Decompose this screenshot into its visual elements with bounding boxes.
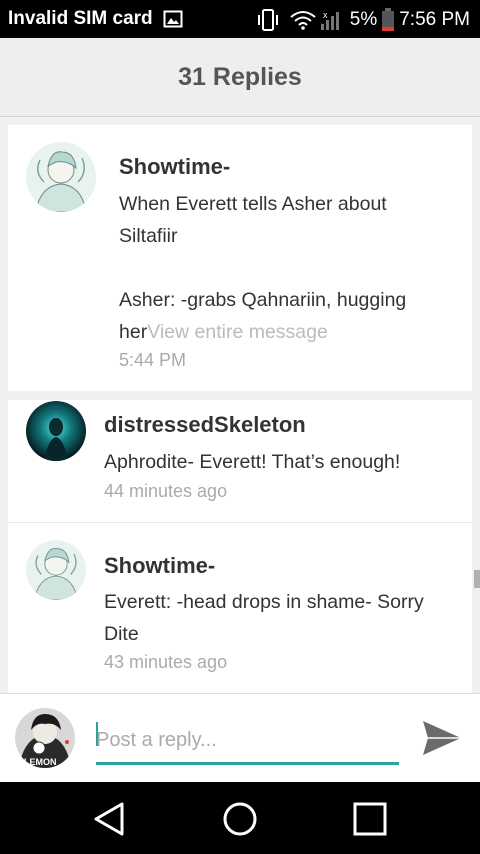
- clock: 7:56 PM: [399, 9, 470, 30]
- recents-icon: [353, 802, 387, 836]
- image-icon: [163, 9, 183, 29]
- message-text: When Everett tells Asher about Siltafiir…: [119, 188, 406, 348]
- home-button[interactable]: [217, 796, 263, 842]
- message-line: Aphrodite- Everett! That’s enough!: [104, 451, 401, 473]
- timestamp: 44 minutes ago: [104, 481, 228, 501]
- send-button[interactable]: [420, 716, 464, 760]
- reply-bar: LEMON: [0, 693, 480, 783]
- message-text: Aphrodite- Everett! That’s enough!: [104, 446, 400, 478]
- status-bar: Invalid SIM card x 5% 7:56 PM: [0, 0, 480, 38]
- wifi-icon: [290, 10, 316, 30]
- reply-input[interactable]: [96, 718, 399, 765]
- header: 31 Replies: [0, 38, 480, 117]
- svg-text:x: x: [323, 10, 328, 20]
- message-line: her: [119, 321, 148, 343]
- avatar[interactable]: LEMON: [15, 708, 75, 768]
- back-button[interactable]: [86, 796, 132, 842]
- message-line: Everett: -head drops in shame- Sorry: [104, 591, 424, 613]
- navigation-bar: [0, 782, 480, 854]
- view-entire-message-link[interactable]: View entire message: [147, 321, 328, 343]
- message-line-last: herView entire message: [119, 316, 406, 348]
- reply-card[interactable]: distressedSkeleton Aphrodite- Everett! T…: [8, 400, 472, 522]
- timestamp: 43 minutes ago: [104, 652, 228, 672]
- recents-button[interactable]: [347, 796, 393, 842]
- message-text: Everett: -head drops in shame- Sorry Dit…: [104, 586, 424, 650]
- reply-card[interactable]: Showtime- When Everett tells Asher about…: [8, 125, 472, 391]
- carrier-label: Invalid SIM card: [8, 8, 153, 29]
- author-name[interactable]: Showtime-: [119, 154, 230, 180]
- author-name[interactable]: distressedSkeleton: [104, 412, 306, 438]
- message-line: Siltafiir: [119, 225, 178, 247]
- author-name[interactable]: Showtime-: [104, 553, 215, 579]
- battery-icon: [381, 8, 395, 32]
- text-caret: [96, 722, 98, 746]
- page-title: 31 Replies: [178, 62, 302, 91]
- message-line: Asher: -grabs Qahnariin, hugging: [119, 289, 407, 311]
- send-icon: [423, 721, 461, 755]
- avatar[interactable]: [26, 401, 86, 461]
- reply-list[interactable]: Showtime- When Everett tells Asher about…: [0, 117, 480, 693]
- status-icons: x 5% 7:56 PM: [256, 8, 470, 32]
- message-line: When Everett tells Asher about: [119, 193, 387, 215]
- back-icon: [94, 802, 124, 836]
- reply-card[interactable]: Showtime- Everett: -head drops in shame-…: [8, 523, 472, 693]
- svg-text:LEMON: LEMON: [24, 757, 57, 767]
- signal-icon: x: [320, 9, 342, 31]
- message-line: [119, 252, 406, 284]
- avatar[interactable]: [26, 540, 86, 600]
- home-icon: [223, 802, 257, 836]
- timestamp: 5:44 PM: [119, 350, 187, 370]
- battery-percent: 5%: [349, 9, 378, 30]
- avatar[interactable]: [26, 142, 96, 212]
- vibrate-icon: [256, 9, 280, 31]
- scrollbar-thumb[interactable]: [474, 570, 480, 588]
- message-line: Dite: [104, 623, 139, 645]
